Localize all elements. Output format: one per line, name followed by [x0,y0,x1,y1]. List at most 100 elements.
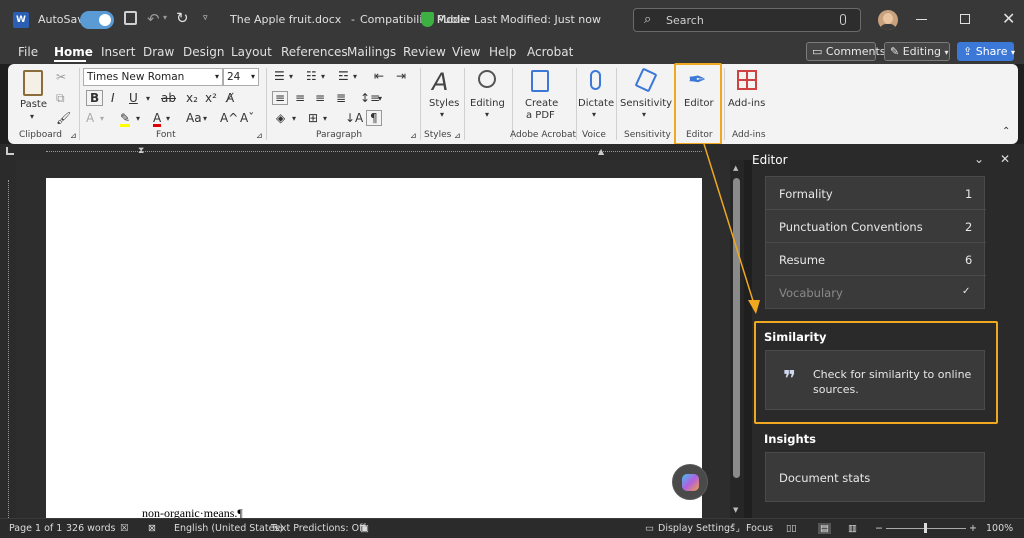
search-input[interactable]: Search [666,14,704,27]
tab-insert[interactable]: Insert [101,45,135,59]
undo-icon[interactable]: ↶ [147,10,160,28]
chevron-down-icon[interactable]: ▾ [292,113,296,125]
tab-help[interactable]: Help [489,45,516,59]
similarity-card[interactable]: ❞ Check for similarity to online sources… [765,350,985,410]
dialog-launcher-icon[interactable]: ⊿ [70,130,77,142]
focus-icon[interactable]: ⌜⌟ [731,523,740,534]
copilot-button[interactable] [672,464,708,500]
bullets-icon[interactable]: ☰ [274,70,285,82]
chevron-down-icon[interactable]: ▾ [353,71,357,83]
close-pane-icon[interactable]: ✕ [1000,152,1010,166]
share-button[interactable]: ⇪ Share ▾ [957,42,1015,61]
bold-icon[interactable]: B [86,90,104,106]
multilevel-list-icon[interactable]: ☲ [338,70,349,82]
strikethrough-icon[interactable]: ab [161,92,176,104]
display-settings-icon[interactable]: ▭ [645,523,654,534]
tab-acrobat[interactable]: Acrobat [527,45,573,59]
read-mode-icon[interactable]: ▯▯ [786,523,796,534]
minimize-icon[interactable] [916,19,927,20]
dialog-launcher-icon[interactable]: ⊿ [256,130,263,142]
sort-icon[interactable]: ↓A [345,112,363,124]
underline-icon[interactable]: U [129,92,138,104]
tab-references[interactable]: References [281,45,348,59]
refinement-row[interactable]: Formality 1 [766,177,986,210]
paste-button[interactable]: Paste ▾ [16,68,52,124]
text-predictions[interactable]: Text Predictions: Off [271,523,366,534]
autosave-toggle[interactable] [80,11,114,29]
create-pdf-button[interactable]: Create a PDF [516,68,564,126]
comments-button[interactable]: ▭ Comments [806,42,886,61]
superscript-icon[interactable]: x² [205,92,217,104]
display-settings[interactable]: Display Settings [658,523,735,534]
addins-button[interactable]: Add-ins [726,68,768,126]
refinement-row[interactable]: Vocabulary ✓ [766,276,986,309]
document-page[interactable]: non-organic·means.¶ [46,178,702,520]
chevron-down-icon[interactable]: ▾ [100,113,104,125]
refinement-row[interactable]: Resume 6 [766,243,986,276]
numbering-icon[interactable]: ☷ [306,70,317,82]
tab-file[interactable]: File [18,45,38,59]
macro-icon[interactable]: ▣ [360,523,369,534]
decrease-indent-icon[interactable]: ⇤ [374,70,384,82]
redo-icon[interactable]: ↻ [176,9,189,27]
font-name-select[interactable]: Times New Roman ▾ [83,68,223,86]
shading-icon[interactable]: ◈ [276,112,285,124]
print-layout-icon[interactable]: ▤ [818,523,831,534]
tab-review[interactable]: Review [403,45,446,59]
accessibility-icon[interactable]: ⊠ [148,523,156,534]
tab-mailings[interactable]: Mailings [347,45,396,59]
align-left-icon[interactable]: ≡ [272,91,289,105]
font-size-select[interactable]: 24 ▾ [223,68,259,86]
customize-toolbar-icon[interactable]: ▿ [203,13,208,23]
highlight-color-icon[interactable]: ✎ [120,112,131,127]
chevron-down-icon[interactable]: ▾ [321,71,325,83]
vertical-ruler[interactable] [0,160,16,518]
horizontal-ruler[interactable]: ⧗ ▲ [0,144,752,160]
refinement-row[interactable]: Punctuation Conventions 2 [766,210,986,243]
borders-icon[interactable]: ⊞ [308,112,318,124]
tab-draw[interactable]: Draw [143,45,174,59]
align-center-icon[interactable]: ≡ [295,92,305,104]
tab-layout[interactable]: Layout [231,45,272,59]
change-case-icon[interactable]: Aa [186,112,202,124]
copy-icon[interactable]: ⧉ [56,92,65,104]
chevron-down-icon[interactable]: ▾ [289,71,293,83]
right-indent-marker-icon[interactable]: ▲ [598,147,604,156]
zoom-in-icon[interactable]: + [969,523,977,534]
collapse-ribbon-icon[interactable]: ⌃ [1002,126,1010,138]
font-color-icon[interactable]: A [153,112,162,127]
web-layout-icon[interactable]: ▥ [848,523,857,534]
chevron-down-icon[interactable]: ▾ [378,93,382,105]
dialog-launcher-icon[interactable]: ⊿ [410,130,417,142]
zoom-out-icon[interactable]: − [875,523,883,534]
tab-home[interactable]: Home [54,45,93,59]
focus[interactable]: Focus [746,523,773,534]
dialog-launcher-icon[interactable]: ⊿ [454,130,461,142]
page-count[interactable]: Page 1 of 1 [9,523,62,534]
avatar[interactable] [878,10,898,30]
microphone-icon[interactable] [840,14,846,25]
undo-dropdown-icon[interactable]: ▾ [163,13,167,22]
editing-mode-button[interactable]: ✎ Editing ▾ [884,42,950,61]
dictate-button[interactable]: Dictate ▾ [578,68,614,126]
clear-formatting-icon[interactable]: A̸ [226,92,234,104]
justify-icon[interactable]: ≣ [336,92,346,104]
close-icon[interactable]: ✕ [1002,9,1015,28]
chevron-down-icon[interactable]: ⌄ [974,152,984,166]
word-logo-icon[interactable]: W [13,12,29,28]
chevron-down-icon[interactable]: ▾ [166,113,170,125]
document-stats-card[interactable]: Document stats [765,452,985,502]
align-right-icon[interactable]: ≡ [315,92,325,104]
subscript-icon[interactable]: x₂ [186,92,198,104]
maximize-icon[interactable] [960,14,970,24]
show-formatting-icon[interactable]: ¶ [366,110,382,126]
chevron-down-icon[interactable]: ▾ [323,113,327,125]
increase-indent-icon[interactable]: ⇥ [396,70,406,82]
italic-icon[interactable]: I [111,92,115,104]
language[interactable]: English (United States) [174,523,283,534]
styles-button[interactable]: A Styles ▾ [424,68,462,126]
save-icon[interactable] [124,11,137,25]
sensitivity-button[interactable]: Sensitivity ▾ [620,67,672,126]
last-modified[interactable]: Last Modified: Just now [474,13,601,26]
editing-button[interactable]: Editing ▾ [468,68,508,126]
